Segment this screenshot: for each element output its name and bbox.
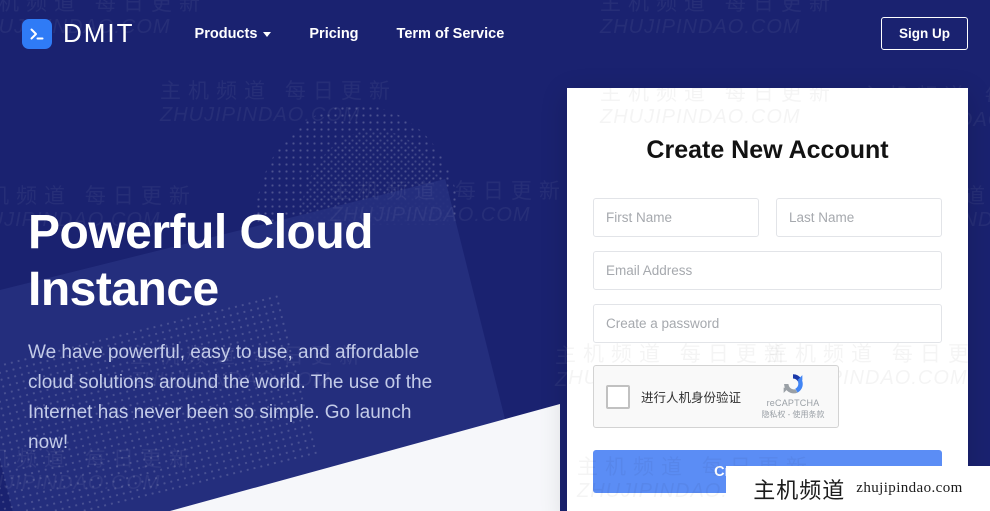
recaptcha-terms-label[interactable]: 隐私权 - 使用条款: [757, 409, 829, 420]
terminal-prompt-icon: [22, 18, 52, 49]
nav-link-term-of-service[interactable]: Term of Service: [397, 26, 505, 42]
recaptcha-brand-label: reCAPTCHA: [766, 398, 820, 408]
signup-form: 进行人机身份验证 reCAPTCHA 隐私权 - 使用条款: [567, 198, 968, 428]
watermark-en-text: ZHUJIPINDAO.COM: [600, 106, 837, 129]
nav-link-pricing[interactable]: Pricing: [309, 26, 358, 42]
brand-logo[interactable]: DMIT: [22, 18, 135, 49]
recaptcha-checkbox[interactable]: [606, 384, 630, 409]
email-input[interactable]: [593, 251, 942, 290]
sign-up-button[interactable]: Sign Up: [881, 17, 968, 50]
navbar: DMIT Products Pricing Term of Service Si…: [0, 0, 990, 67]
nav-links: Products Pricing Term of Service: [195, 26, 505, 42]
watermark-tile: 主机频道 每日更新 ZHUJIPINDAO.COM: [600, 88, 837, 129]
watermark-badge-cn: 主机频道: [753, 477, 846, 503]
recaptcha-icon: [783, 374, 803, 394]
hero-copy: Powerful Cloud Instance We have powerful…: [28, 205, 448, 458]
card-title: Create New Account: [646, 136, 889, 164]
chevron-down-icon: [263, 32, 272, 37]
name-row: [593, 198, 942, 237]
page-root: 主机频道 每日更新 ZHUJIPINDAO.COM 主机频道 每日更新 ZHUJ…: [0, 0, 990, 511]
watermark-cn-text: 主机频道 每日更新: [600, 88, 837, 106]
page-title: Powerful Cloud Instance: [28, 205, 448, 318]
recaptcha-branding: reCAPTCHA 隐私权 - 使用条款: [757, 371, 829, 420]
hero-title-line-1: Powerful Cloud: [28, 206, 373, 259]
recaptcha-checkbox-label: 进行人机身份验证: [641, 391, 742, 405]
nav-link-products[interactable]: Products: [195, 26, 272, 42]
nav-link-products-label: Products: [194, 25, 258, 42]
nav-link-tos-label: Term of Service: [396, 25, 505, 42]
first-name-input[interactable]: [593, 198, 759, 237]
recaptcha-widget[interactable]: 进行人机身份验证 reCAPTCHA 隐私权 - 使用条款: [593, 365, 839, 428]
nav-link-pricing-label: Pricing: [309, 25, 359, 42]
watermark-badge-en: zhujipindao.com: [856, 480, 963, 496]
password-input[interactable]: [593, 304, 942, 343]
brand-name: DMIT: [63, 18, 135, 48]
hero-title-line-2: Instance: [28, 262, 219, 316]
watermark-badge: 主机频道 zhujipindao.com: [726, 466, 990, 511]
signup-card: 主机频道 每日更新 ZHUJIPINDAO.COM 主机频道 每日更新 ZHUJ…: [567, 88, 968, 511]
last-name-input[interactable]: [776, 198, 942, 237]
hero-subtitle: We have powerful, easy to use, and affor…: [28, 342, 433, 454]
